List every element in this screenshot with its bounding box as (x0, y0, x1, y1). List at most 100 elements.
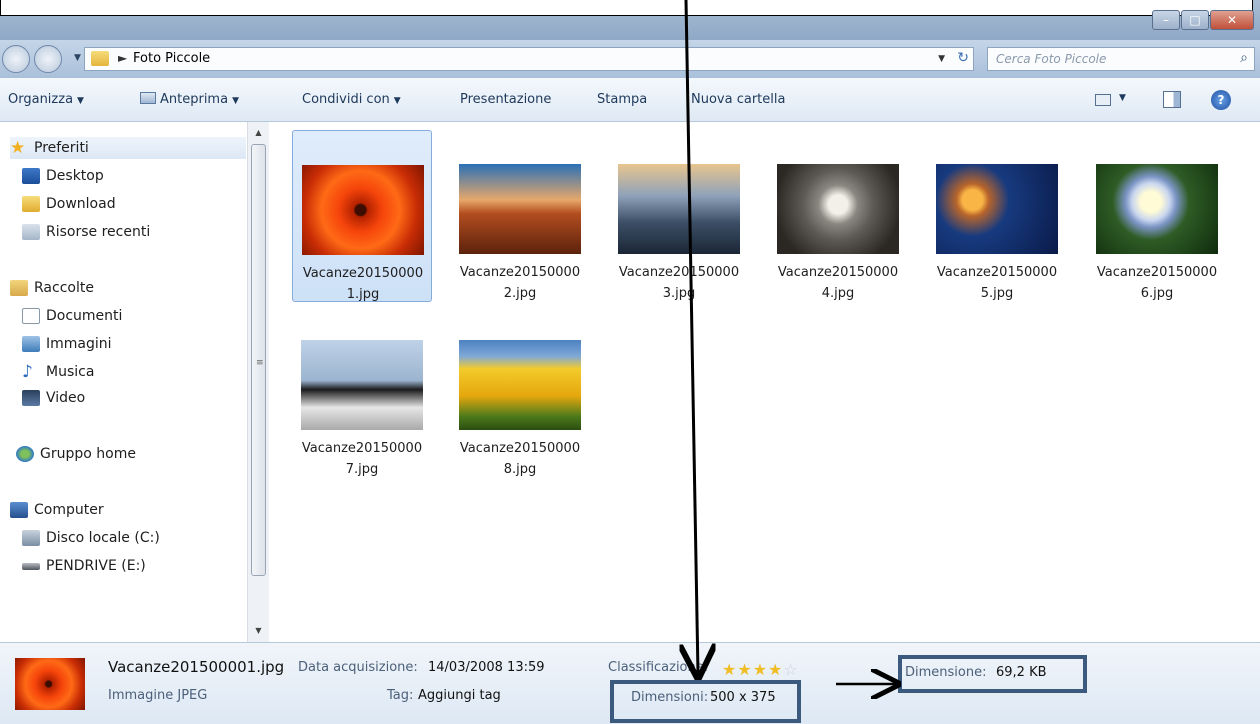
image-thumbnail (936, 164, 1058, 254)
preview-icon (140, 92, 156, 104)
sidebar-item-label: Preferiti (34, 140, 89, 156)
file-name: Vacanze20150000 3.jpg (618, 265, 740, 301)
chevron-down-icon: ▼ (77, 96, 84, 106)
sidebar-item-pendrive[interactable]: PENDRIVE (E:) (22, 555, 146, 577)
close-button[interactable]: ✕ (1210, 10, 1254, 30)
tags-value[interactable]: Aggiungi tag (418, 688, 501, 703)
star-empty-icon[interactable]: ☆ (783, 660, 798, 679)
chevron-down-icon: ▼ (232, 96, 239, 106)
print-button[interactable]: Stampa (597, 92, 647, 107)
size-highlight-box (898, 655, 1087, 693)
window-controls: – □ ✕ (1151, 10, 1254, 30)
sidebar-item-pictures[interactable]: Immagini (22, 333, 112, 355)
sidebar-item-label: Video (46, 390, 86, 406)
homegroup-icon (16, 446, 34, 462)
chevron-down-icon: ▼ (393, 96, 401, 106)
sidebar-item-homegroup[interactable]: Gruppo home (16, 443, 136, 465)
selected-file-type: Immagine JPEG (108, 688, 208, 703)
sidebar-item-label: Disco locale (C:) (46, 530, 160, 546)
details-pane: Vacanze201500001.jpg Immagine JPEG Data … (0, 642, 1260, 724)
search-placeholder: Cerca Foto Piccole (996, 52, 1107, 66)
rating-stars[interactable]: ★★★★☆ (722, 660, 799, 679)
dimensions-highlight-box (610, 680, 801, 723)
help-icon[interactable]: ? (1211, 90, 1231, 110)
pictures-icon (22, 336, 40, 352)
file-item[interactable]: Vacanze20150000 2.jpg (450, 130, 590, 302)
recent-places-icon (22, 224, 40, 240)
folder-icon (91, 51, 109, 66)
address-bar-row: ▼ ► Foto Piccole ▼ ↻ Cerca Foto Piccole … (0, 40, 1260, 78)
star-icon: ★ (10, 138, 26, 158)
back-button[interactable] (2, 45, 30, 73)
scrollbar-thumb[interactable]: ≡ (251, 144, 266, 576)
sidebar-item-label: Risorse recenti (46, 224, 151, 240)
sidebar-item-music[interactable]: ♪ Musica (22, 361, 94, 383)
image-thumbnail (459, 164, 581, 254)
sidebar-item-download[interactable]: Download (22, 193, 116, 215)
star-icon[interactable]: ★ (737, 660, 752, 679)
sidebar-item-computer[interactable]: Computer (10, 499, 104, 521)
search-icon[interactable]: ⌕ (1240, 50, 1248, 66)
file-name: Vacanze20150000 2.jpg (459, 265, 581, 301)
refresh-icon[interactable]: ↻ (957, 50, 969, 66)
scroll-down-icon[interactable]: ▼ (248, 622, 269, 640)
organize-menu[interactable]: Organizza ▼ (8, 92, 84, 107)
file-name: Vacanze20150000 7.jpg (301, 441, 423, 477)
preview-pane-icon[interactable] (1163, 91, 1181, 108)
libraries-icon (10, 280, 28, 296)
slideshow-button[interactable]: Presentazione (460, 92, 551, 107)
star-icon[interactable]: ★ (722, 660, 737, 679)
sidebar-item-label: PENDRIVE (E:) (46, 558, 146, 574)
file-item[interactable]: Vacanze20150000 4.jpg (768, 130, 908, 302)
chevron-down-icon[interactable]: ▼ (1119, 93, 1126, 103)
sidebar-item-label: Desktop (46, 168, 104, 184)
file-name: Vacanze20150000 4.jpg (777, 265, 899, 301)
file-item[interactable]: Vacanze20150000 3.jpg (609, 130, 749, 302)
sidebar-item-libraries[interactable]: Raccolte (10, 277, 94, 299)
sidebar-item-label: Computer (34, 502, 104, 518)
sidebar-item-video[interactable]: Video (22, 387, 85, 409)
search-input[interactable]: Cerca Foto Piccole ⌕ (987, 47, 1255, 71)
file-name: Vacanze20150000 1.jpg (302, 266, 424, 302)
preview-menu[interactable]: Anteprima ▼ (140, 92, 239, 107)
video-icon (22, 390, 40, 406)
file-item[interactable]: Vacanze20150000 8.jpg (450, 306, 590, 478)
image-thumbnail (777, 164, 899, 254)
sidebar-item-label: Gruppo home (40, 446, 136, 462)
file-item[interactable]: Vacanze20150000 5.jpg (927, 130, 1067, 302)
file-item[interactable]: Vacanze20150000 7.jpg (292, 306, 432, 478)
share-menu[interactable]: Condividi con ▼ (302, 92, 401, 107)
local-disk-icon (22, 530, 40, 546)
sidebar-item-desktop[interactable]: Desktop (22, 165, 104, 187)
sidebar-item-label: Musica (46, 364, 95, 380)
rating-label: Classificazione: (608, 660, 709, 675)
breadcrumb-current-folder[interactable]: Foto Piccole (133, 51, 210, 66)
maximize-button[interactable]: □ (1181, 10, 1209, 30)
forward-button[interactable] (34, 45, 62, 73)
star-icon[interactable]: ★ (768, 660, 783, 679)
file-item[interactable]: Vacanze20150000 6.jpg (1087, 130, 1227, 302)
minimize-button[interactable]: – (1152, 10, 1180, 30)
sidebar-item-label: Documenti (46, 308, 123, 324)
sidebar-item-local-disk[interactable]: Disco locale (C:) (22, 527, 160, 549)
scroll-up-icon[interactable]: ▲ (248, 124, 269, 142)
sidebar-item-recent-places[interactable]: Risorse recenti (22, 221, 150, 243)
image-thumbnail (301, 340, 423, 430)
date-taken-value[interactable]: 14/03/2008 13:59 (428, 660, 545, 675)
sidebar-item-favorites[interactable]: ★ Preferiti (10, 137, 246, 159)
usb-drive-icon (22, 562, 40, 570)
sidebar-item-documents[interactable]: Documenti (22, 305, 122, 327)
views-icon[interactable] (1095, 94, 1111, 106)
sidebar-item-label: Immagini (46, 336, 112, 352)
address-field[interactable]: ► Foto Piccole ▼ ↻ (84, 47, 974, 71)
address-history-dropdown[interactable]: ▼ (938, 54, 945, 64)
new-folder-button[interactable]: Nuova cartella (691, 92, 785, 107)
sidebar-scrollbar[interactable]: ▲ ≡ ▼ (247, 122, 269, 642)
recent-pages-dropdown[interactable]: ▼ (74, 53, 81, 63)
file-item[interactable]: Vacanze20150000 1.jpg (292, 130, 432, 302)
date-taken-label: Data acquisizione: (298, 660, 418, 675)
breadcrumb-arrow-icon[interactable]: ► (118, 51, 127, 65)
documents-icon (22, 308, 40, 324)
star-icon[interactable]: ★ (753, 660, 768, 679)
selected-file-name: Vacanze201500001.jpg (108, 658, 285, 676)
